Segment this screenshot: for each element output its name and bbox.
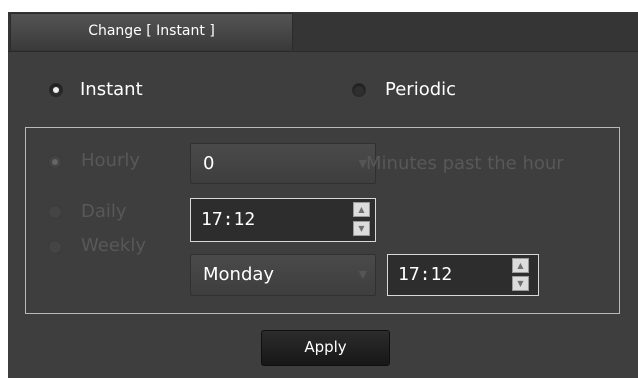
instant-label[interactable]: Instant bbox=[80, 80, 143, 100]
minutes-past-hour-label: Minutes past the hour bbox=[366, 153, 564, 174]
weekly-day-select[interactable]: Monday ▼ bbox=[190, 254, 376, 296]
hourly-label: Hourly bbox=[81, 150, 141, 171]
daily-time-field[interactable]: 17:12 bbox=[190, 198, 376, 242]
weekly-day-value: Monday bbox=[203, 264, 275, 285]
spin-down-icon[interactable]: ▼ bbox=[512, 276, 529, 291]
daily-time-value: 17:12 bbox=[201, 209, 256, 230]
chevron-down-icon: ▼ bbox=[358, 268, 367, 281]
tab-change-instant[interactable]: Change [ Instant ] bbox=[10, 13, 293, 50]
apply-button[interactable]: Apply bbox=[261, 330, 390, 366]
instant-radio[interactable] bbox=[49, 83, 63, 97]
hourly-radio[interactable] bbox=[48, 155, 62, 169]
weekly-radio[interactable] bbox=[48, 240, 62, 254]
weekly-label: Weekly bbox=[81, 235, 146, 256]
periodic-label[interactable]: Periodic bbox=[385, 80, 456, 100]
spin-up-icon[interactable]: ▲ bbox=[353, 202, 370, 217]
daily-radio[interactable] bbox=[48, 205, 62, 219]
hourly-minutes-select[interactable]: 0 ▼ bbox=[190, 143, 376, 184]
periodic-radio[interactable] bbox=[352, 83, 366, 97]
spin-up-icon[interactable]: ▲ bbox=[512, 258, 529, 273]
spin-down-icon[interactable]: ▼ bbox=[353, 221, 370, 236]
daily-label: Daily bbox=[81, 201, 127, 222]
hourly-minutes-value: 0 bbox=[203, 153, 215, 174]
weekly-time-value: 17:12 bbox=[398, 264, 453, 285]
